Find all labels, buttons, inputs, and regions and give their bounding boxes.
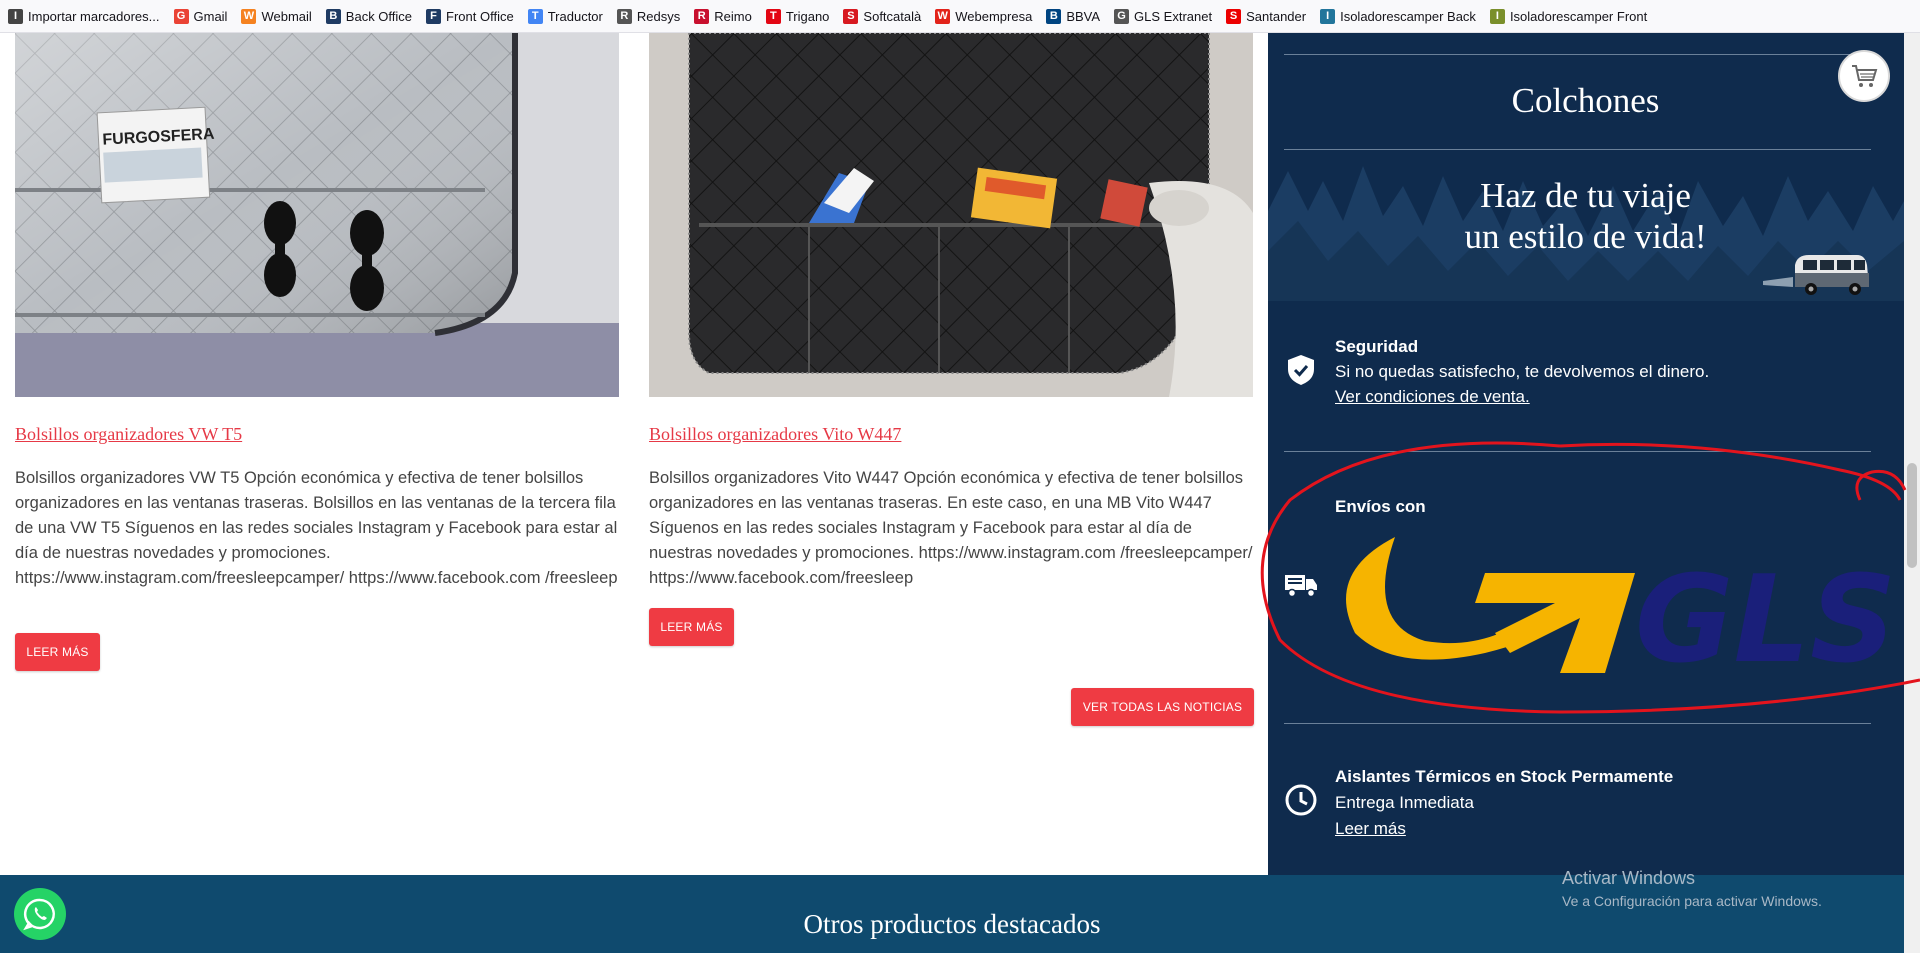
bookmark-label: Traductor: [547, 8, 603, 24]
globe-icon: G: [1114, 8, 1130, 24]
news-title-link[interactable]: Bolsillos organizadores Vito W447: [649, 424, 901, 445]
import-icon: I: [8, 8, 23, 24]
bookmark-item[interactable]: I Isoladorescamper Back: [1320, 8, 1476, 24]
shield-check-icon: [1284, 353, 1318, 387]
watermark-line: Ve a Configuración para activar Windows.: [1562, 893, 1822, 909]
bookmark-label: Isoladorescamper Front: [1509, 8, 1648, 24]
page-scrollbar[interactable]: [1904, 33, 1920, 953]
whatsapp-icon: [23, 898, 55, 931]
divider: [1284, 54, 1871, 55]
news-image[interactable]: [649, 33, 1253, 397]
cart-icon: [1852, 65, 1878, 87]
security-text: Si no quedas satisfecho, te devolvemos e…: [1335, 362, 1710, 381]
news-title-link[interactable]: Bolsillos organizadores VW T5: [15, 424, 242, 445]
bookmark-item[interactable]: W Webempresa: [935, 8, 1033, 24]
bookmark-label: GLS Extranet: [1134, 8, 1213, 24]
trigano-icon: T: [765, 8, 781, 24]
read-more-link[interactable]: Leer más: [1335, 819, 1406, 839]
slogan: Haz de tu viaje un estilo de vida!: [1268, 175, 1903, 257]
delivery-truck-icon: [1284, 568, 1318, 602]
webmail-icon: W: [241, 8, 257, 24]
bookmark-label: Reimo: [714, 8, 752, 24]
bookmark-label: Importar marcadores...: [28, 8, 160, 24]
read-more-button[interactable]: LEER MÁS: [15, 633, 100, 671]
wordpress-icon: I: [1320, 8, 1336, 24]
bbva-icon: B: [1046, 8, 1062, 24]
bookmark-item[interactable]: S Softcatalà: [843, 8, 922, 24]
colchones-heading[interactable]: Colchones: [1268, 81, 1903, 121]
bookmark-item[interactable]: S Santander: [1226, 8, 1307, 24]
scrollbar-thumb[interactable]: [1907, 463, 1917, 568]
bookmark-label: Redsys: [636, 8, 681, 24]
divider: [1284, 451, 1871, 452]
bookmark-label: BBVA: [1066, 8, 1101, 24]
sidebar: Colchones Haz de tu viaje un estilo de v…: [1268, 33, 1904, 875]
bookmark-item[interactable]: G GLS Extranet: [1114, 8, 1213, 24]
bookmark-item[interactable]: B Back Office: [325, 8, 413, 24]
news-excerpt: Bolsillos organizadores VW T5 Opción eco…: [15, 469, 618, 587]
bookmark-item[interactable]: T Trigano: [765, 8, 830, 24]
bookmark-item[interactable]: I Isoladorescamper Front: [1489, 8, 1648, 24]
bookmark-item[interactable]: F Front Office: [426, 8, 514, 24]
translate-icon: T: [527, 8, 543, 24]
windows-activation-watermark: Activar Windows Ve a Configuración para …: [1562, 868, 1822, 909]
bookmark-label: Gmail: [193, 8, 228, 24]
bookmark-item[interactable]: I Importar marcadores...: [8, 8, 160, 24]
news-excerpt: Bolsillos organizadores Vito W447 Opción…: [649, 469, 1253, 587]
bookmark-label: Webmail: [261, 8, 312, 24]
bookmark-item[interactable]: B BBVA: [1046, 8, 1101, 24]
bookmark-label: Trigano: [785, 8, 830, 24]
divider: [1284, 723, 1871, 724]
bookmark-item[interactable]: G Gmail: [173, 8, 228, 24]
globe-icon: R: [616, 8, 632, 24]
santander-icon: S: [1226, 8, 1242, 24]
bookmark-item[interactable]: R Reimo: [694, 8, 752, 24]
news-card: Bolsillos organizadores Vito W447 Bolsil…: [649, 33, 1253, 646]
gls-logo: GLS: [1346, 537, 1895, 673]
cart-button[interactable]: [1838, 50, 1890, 102]
bookmark-label: Front Office: [446, 8, 514, 24]
stock-text: Entrega Inmediata: [1335, 793, 1474, 812]
bookmark-label: Webempresa: [955, 8, 1033, 24]
blog-section: FURGOSFERA Bolsillos organizadores VW T5…: [0, 33, 1268, 875]
image-icon: I: [1489, 8, 1505, 24]
news-image[interactable]: FURGOSFERA: [15, 33, 619, 397]
camper-van-illustration: [1763, 255, 1869, 295]
shop-icon: F: [426, 8, 442, 24]
read-more-button[interactable]: LEER MÁS: [649, 608, 734, 646]
slogan-line: Haz de tu viaje: [1480, 176, 1691, 215]
flag-icon: R: [694, 8, 710, 24]
webempresa-icon: W: [935, 8, 951, 24]
softcatala-icon: S: [843, 8, 859, 24]
featured-products-title: Otros productos destacados: [803, 909, 1101, 939]
bookmark-item[interactable]: W Webmail: [241, 8, 312, 24]
clock-icon: [1284, 783, 1318, 817]
sales-conditions-link[interactable]: Ver condiciones de venta.: [1335, 387, 1530, 407]
all-news-button[interactable]: VER TODAS LAS NOTICIAS: [1071, 688, 1254, 726]
gls-logo-text: GLS: [1635, 551, 1895, 673]
watermark-line: Activar Windows: [1562, 868, 1696, 888]
bookmark-label: Santander: [1246, 8, 1307, 24]
slogan-line: un estilo de vida!: [1464, 217, 1707, 256]
news-card: FURGOSFERA Bolsillos organizadores VW T5…: [15, 33, 619, 671]
stock-title: Aislantes Térmicos en Stock Permamente: [1335, 767, 1674, 786]
bookmark-label: Softcatalà: [863, 8, 922, 24]
gmail-icon: G: [173, 8, 189, 24]
bookmark-item[interactable]: R Redsys: [616, 8, 681, 24]
divider: [1284, 149, 1871, 150]
security-title: Seguridad: [1335, 337, 1419, 356]
bookmark-label: Isoladorescamper Back: [1340, 8, 1476, 24]
whatsapp-button[interactable]: [14, 888, 66, 940]
bookmarks-toolbar: I Importar marcadores... G Gmail W Webmail B Ba…: [0, 0, 1920, 33]
shop-icon: B: [325, 8, 341, 24]
shipping-title: Envíos con: [1335, 497, 1426, 516]
bookmark-label: Back Office: [345, 8, 413, 24]
bookmark-item[interactable]: T Traductor: [527, 8, 603, 24]
